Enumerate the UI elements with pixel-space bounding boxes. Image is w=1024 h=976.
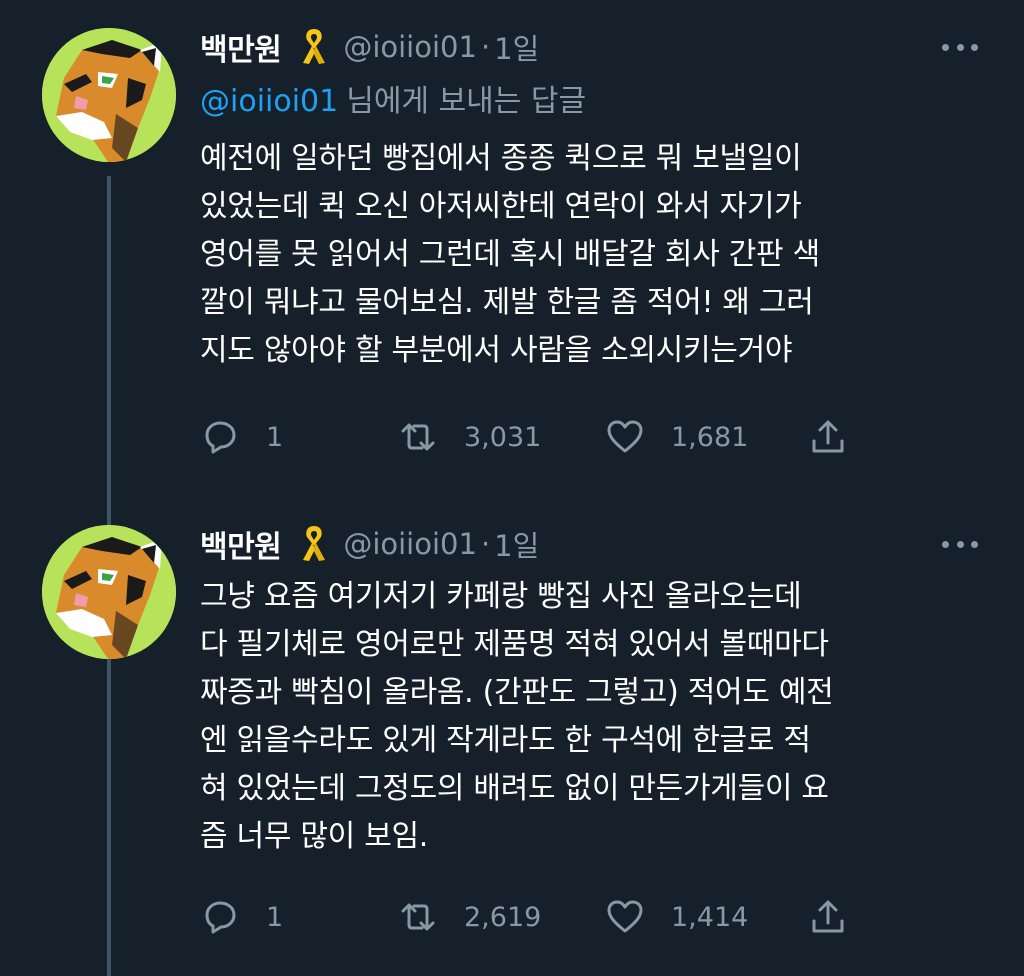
dot-separator: ·	[480, 527, 491, 561]
yellow-ribbon-icon	[303, 526, 326, 561]
more-dots-icon[interactable]	[942, 42, 978, 52]
dot-separator: ·	[480, 30, 491, 64]
retweet-count: 2,619	[464, 901, 542, 933]
tweet[interactable]: 백만원 @ioiioi01 · 1일 그냥 요즘 여기저기 카페랑 빵집 사진 …	[0, 497, 1024, 976]
share-upload-icon	[812, 900, 844, 933]
like-button[interactable]: 1,414	[605, 892, 748, 942]
reply-button[interactable]: 1	[200, 892, 283, 942]
share-button[interactable]	[808, 892, 848, 942]
yellow-ribbon-icon	[303, 29, 326, 64]
timestamp[interactable]: 1일	[494, 523, 539, 565]
like-count: 1,414	[671, 901, 749, 933]
reply-count: 1	[266, 421, 284, 453]
retweet-count: 3,031	[464, 421, 542, 453]
user-handle[interactable]: @ioiioi01	[343, 30, 477, 64]
tweet-text: 예전에 일하던 빵집에서 종종 퀵으로 뭐 보낼일이 있었는데 퀵 오신 아저씨…	[200, 141, 820, 368]
tweet[interactable]: 백만원 @ioiioi01 · 1일 @ioiioi01 님에게 보내는 답글 예…	[0, 0, 1024, 500]
share-button[interactable]	[808, 412, 848, 462]
display-name[interactable]: 백만원	[200, 522, 282, 566]
retweet-button[interactable]: 3,031	[398, 412, 541, 462]
timestamp[interactable]: 1일	[494, 26, 539, 68]
speech-bubble-icon	[205, 901, 236, 934]
avatar[interactable]	[42, 28, 176, 162]
retweet-button[interactable]: 2,619	[398, 892, 541, 942]
like-button[interactable]: 1,681	[605, 412, 748, 462]
tweet-actions: 1 2,619 1,414	[200, 892, 900, 942]
tiger-avatar-icon	[42, 525, 176, 659]
retweet-arrows-icon	[401, 423, 435, 451]
speech-bubble-icon	[205, 421, 236, 454]
replying-to: @ioiioi01 님에게 보내는 답글	[200, 76, 586, 120]
reply-count: 1	[266, 901, 284, 933]
avatar[interactable]	[42, 525, 176, 659]
more-dots-icon[interactable]	[942, 539, 978, 549]
display-name[interactable]: 백만원	[200, 25, 282, 69]
share-upload-icon	[812, 420, 844, 453]
tiger-avatar-icon	[42, 28, 176, 162]
tweet-actions: 1 3,031 1,681	[200, 412, 900, 462]
tweet-header: 백만원 @ioiioi01 · 1일	[200, 519, 539, 569]
user-handle[interactable]: @ioiioi01	[343, 527, 477, 561]
heart-icon	[607, 900, 643, 933]
like-count: 1,681	[671, 421, 749, 453]
reply-to-label: 님에게 보내는 답글	[346, 84, 587, 119]
retweet-arrows-icon	[401, 903, 435, 931]
reply-button[interactable]: 1	[200, 412, 283, 462]
tweet-header: 백만원 @ioiioi01 · 1일	[200, 22, 539, 72]
tweet-text: 그냥 요즘 여기저기 카페랑 빵집 사진 올라오는데 다 필기체로 영어로만 제…	[200, 579, 834, 854]
reply-to-handle-link[interactable]: @ioiioi01	[200, 84, 338, 119]
heart-icon	[607, 420, 643, 453]
